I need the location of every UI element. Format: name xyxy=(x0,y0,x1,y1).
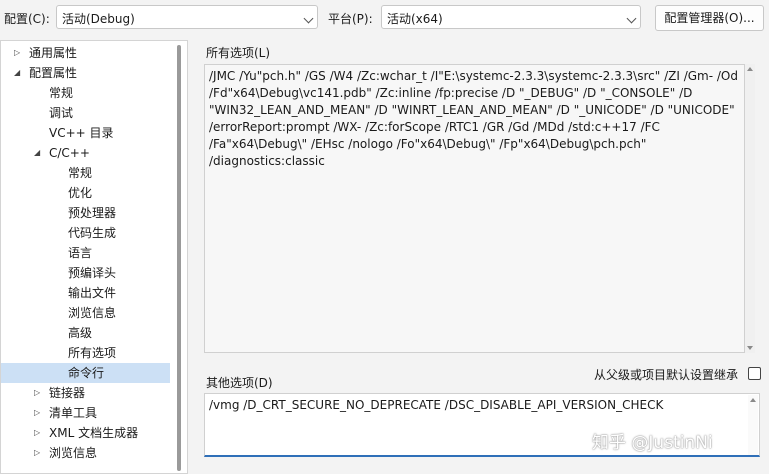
tree-item-label: 预处理器 xyxy=(68,206,117,220)
tree-item-通用属性[interactable]: ▷ 通用属性 xyxy=(1,43,170,63)
tree-item-label: 常规 xyxy=(49,86,74,100)
tree-item-label: 代码生成 xyxy=(68,226,117,240)
tree-item-label: 所有选项 xyxy=(68,346,117,360)
chevron-down-icon xyxy=(626,13,637,24)
other-options-value: /vmg /D_CRT_SECURE_NO_DEPRECATE /DSC_DIS… xyxy=(209,398,664,412)
all-options-label: 所有选项(L) xyxy=(206,46,271,60)
tree-item-label: 高级 xyxy=(68,326,93,340)
tree-item-xml-文档生成器[interactable]: ▷ XML 文档生成器 xyxy=(1,423,170,443)
other-options-scrollbar[interactable] xyxy=(748,395,758,455)
tree-scrollbar[interactable] xyxy=(177,45,181,471)
config-dropdown[interactable]: 活动(Debug) xyxy=(56,5,318,29)
tree-item-配置属性[interactable]: ◢ 配置属性 xyxy=(1,63,170,83)
collapse-arrow-icon[interactable]: ◢ xyxy=(34,143,40,163)
tree-item-label: XML 文档生成器 xyxy=(49,426,139,440)
tree-item-label: 调试 xyxy=(49,106,74,120)
tree-item-常规[interactable]: 常规 xyxy=(1,163,170,183)
all-options-textbox[interactable]: /JMC /Yu"pch.h" /GS /W4 /Zc:wchar_t /I"E… xyxy=(204,64,745,353)
tree-item-语言[interactable]: 语言 xyxy=(1,243,170,263)
tree-item-命令行[interactable]: 命令行 xyxy=(1,363,170,383)
scroll-up-icon[interactable] xyxy=(750,398,756,402)
config-label: 配置(C): xyxy=(4,12,50,26)
other-options-label: 其他选项(D) xyxy=(206,376,273,390)
expand-arrow-icon[interactable]: ▷ xyxy=(34,403,40,423)
tree-item-label: VC++ 目录 xyxy=(49,126,114,140)
tree-item-代码生成[interactable]: 代码生成 xyxy=(1,223,170,243)
tree-item-label: C/C++ xyxy=(49,146,90,160)
scroll-down-icon[interactable] xyxy=(747,346,753,350)
watermark: 知乎 @JustinNi xyxy=(592,433,713,453)
tree-item-label: 清单工具 xyxy=(49,406,98,420)
tree-item-label: 浏览信息 xyxy=(68,306,117,320)
tree-item-优化[interactable]: 优化 xyxy=(1,183,170,203)
tree-item-label: 命令行 xyxy=(68,366,105,380)
tree-item-label: 常规 xyxy=(68,166,93,180)
platform-dropdown[interactable]: 活动(x64) xyxy=(381,5,641,29)
toolbar: 配置(C): 活动(Debug) 平台(P): 活动(x64) 配置管理器(O)… xyxy=(0,0,769,36)
inherit-label: 从父级或项目默认设置继承 xyxy=(594,368,739,382)
inherit-checkbox[interactable] xyxy=(748,367,761,380)
tree-item-label: 配置属性 xyxy=(29,66,78,80)
all-options-scrollbar[interactable] xyxy=(745,64,755,353)
expand-arrow-icon[interactable]: ▷ xyxy=(34,443,40,463)
tree-item-调试[interactable]: 调试 xyxy=(1,103,170,123)
tree-item-浏览信息[interactable]: 浏览信息 xyxy=(1,303,170,323)
expand-arrow-icon[interactable]: ▷ xyxy=(34,423,40,443)
tree-item-label: 语言 xyxy=(68,246,93,260)
tree-item-label: 链接器 xyxy=(49,386,86,400)
tree-item-高级[interactable]: 高级 xyxy=(1,323,170,343)
tree-item-label: 浏览信息 xyxy=(49,446,98,460)
config-manager-button[interactable]: 配置管理器(O)... xyxy=(655,5,764,31)
config-dropdown-value: 活动(Debug) xyxy=(62,12,135,26)
tree-item-常规[interactable]: 常规 xyxy=(1,83,170,103)
tree-item-浏览信息[interactable]: ▷ 浏览信息 xyxy=(1,443,170,463)
chevron-down-icon xyxy=(303,13,314,24)
tree-item-所有选项[interactable]: 所有选项 xyxy=(1,343,170,363)
platform-dropdown-value: 活动(x64) xyxy=(387,12,443,26)
tree-item-c-c[interactable]: ◢ C/C++ xyxy=(1,143,170,163)
tree-item-label: 输出文件 xyxy=(68,286,117,300)
tree-item-label: 通用属性 xyxy=(29,46,78,60)
tree-item-label: 预编译头 xyxy=(68,266,117,280)
property-tree: ▷ 通用属性 ◢ 配置属性 常规 调试 VC++ 目录 ◢ C/C++ 常规 优化 预处理器 代码生成语… xyxy=(0,40,188,474)
tree-item-预处理器[interactable]: 预处理器 xyxy=(1,203,170,223)
platform-label: 平台(P): xyxy=(328,12,373,26)
tree-item-预编译头[interactable]: 预编译头 xyxy=(1,263,170,283)
tree-item-vc-目录[interactable]: VC++ 目录 xyxy=(1,123,170,143)
expand-arrow-icon[interactable]: ▷ xyxy=(14,43,20,63)
tree-item-清单工具[interactable]: ▷ 清单工具 xyxy=(1,403,170,423)
collapse-arrow-icon[interactable]: ◢ xyxy=(14,63,20,83)
tree-item-链接器[interactable]: ▷ 链接器 xyxy=(1,383,170,403)
scroll-up-icon[interactable] xyxy=(747,67,753,71)
tree-item-输出文件[interactable]: 输出文件 xyxy=(1,283,170,303)
expand-arrow-icon[interactable]: ▷ xyxy=(34,383,40,403)
tree-item-label: 优化 xyxy=(68,186,93,200)
